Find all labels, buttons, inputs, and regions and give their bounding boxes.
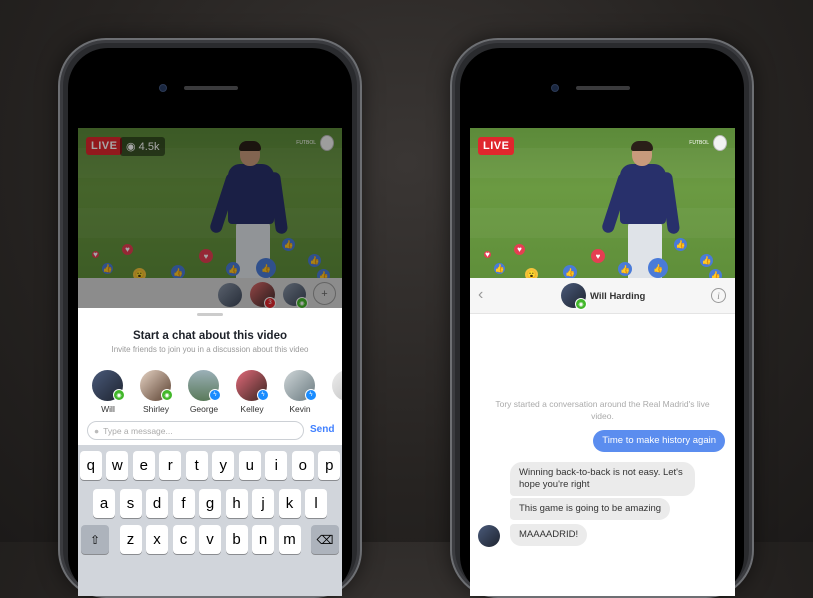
key-w[interactable]: w <box>106 451 129 480</box>
incoming-message[interactable]: This game is going to be amazing <box>510 498 671 520</box>
like-reaction-icon: 👍 <box>709 269 722 278</box>
like-reaction-icon: 👍 <box>494 263 505 274</box>
key-s[interactable]: s <box>119 489 142 518</box>
friend-shirley[interactable]: ◉ Shirley <box>140 370 173 414</box>
like-reaction-icon: 👍 <box>700 254 713 267</box>
key-d[interactable]: d <box>146 489 168 518</box>
front-camera <box>551 84 559 92</box>
key-e[interactable]: e <box>132 451 155 480</box>
key-a[interactable]: a <box>93 489 115 518</box>
watching-icon: ◉ <box>161 389 173 401</box>
delete-key[interactable]: ⌫ <box>311 525 339 554</box>
like-reaction-icon: 👍 <box>674 238 687 251</box>
friend-kelley[interactable]: ϟ Kelley <box>236 370 269 414</box>
speaker <box>184 86 238 90</box>
friend-kevin[interactable]: ϟ Kevin <box>284 370 317 414</box>
key-f[interactable]: f <box>172 489 195 518</box>
key-b[interactable]: b <box>225 525 248 554</box>
sheet-subtitle: Invite friends to join you in a discussi… <box>111 345 309 354</box>
incoming-message[interactable]: MAAAADRID! <box>510 524 588 546</box>
key-t[interactable]: t <box>185 451 208 480</box>
screen: FUTBOL ♥ ♥ ♥ 👍 👍 👍 👍 👍 👍 👍 😮 LIVE ‹ ◉ Wi… <box>470 128 735 596</box>
key-j[interactable]: j <box>252 489 274 518</box>
like-reaction-icon: 👍 <box>618 262 632 276</box>
love-reaction-icon: ♥ <box>514 244 525 255</box>
live-badge: LIVE <box>478 137 515 155</box>
key-z[interactable]: z <box>119 525 142 554</box>
love-reaction-icon: ♥ <box>484 250 491 259</box>
sheet-grabber[interactable] <box>197 313 223 316</box>
key-g[interactable]: g <box>199 489 221 518</box>
system-message: Tory started a conversation around the R… <box>495 399 710 421</box>
incoming-message[interactable]: Winning back-to-back is not easy. Let's … <box>510 462 695 496</box>
like-reaction-icon: 👍 <box>648 258 668 278</box>
key-c[interactable]: c <box>172 525 195 554</box>
key-p[interactable]: p <box>318 451 341 480</box>
back-chevron-icon[interactable]: ‹ <box>478 286 483 304</box>
friend-will[interactable]: ◉ Will <box>92 370 125 414</box>
friend-ja[interactable]: Ja <box>332 370 342 414</box>
key-n[interactable]: n <box>252 525 274 554</box>
messenger-icon: ϟ <box>257 389 269 401</box>
speaker <box>576 86 630 90</box>
key-i[interactable]: i <box>265 451 288 480</box>
messenger-icon: ϟ <box>305 389 317 401</box>
key-v[interactable]: v <box>199 525 221 554</box>
chat-header: ‹ ◉ Will Harding i <box>470 278 735 314</box>
key-r[interactable]: r <box>159 451 182 480</box>
sheet-title: Start a chat about this video <box>133 330 287 342</box>
key-o[interactable]: o <box>291 451 314 480</box>
friend-list: ◉Will ◉Shirley ϟGeorge ϟKelley ϟKevin Ja <box>92 370 342 414</box>
watching-icon: ◉ <box>113 389 125 401</box>
sender-avatar[interactable] <box>478 525 500 547</box>
key-k[interactable]: k <box>278 489 301 518</box>
key-h[interactable]: h <box>225 489 248 518</box>
outgoing-message[interactable]: Time to make history again <box>593 430 725 452</box>
broadcaster-logo: FUTBOL <box>689 135 727 151</box>
screen: FUTBOL ♥ ♥ ♥ 👍 👍 👍 👍 👍 👍 👍 😮 LIVE ◉ 4.5k… <box>78 128 342 596</box>
dim-overlay <box>78 128 342 308</box>
friend-george[interactable]: ϟ George <box>188 370 221 414</box>
live-video[interactable]: FUTBOL ♥ ♥ ♥ 👍 👍 👍 👍 👍 👍 👍 😮 LIVE <box>470 128 735 278</box>
send-button[interactable]: Send <box>310 424 334 435</box>
key-u[interactable]: u <box>238 451 261 480</box>
key-x[interactable]: x <box>146 525 168 554</box>
keyboard: qwertyuiop asdfghjkl ⇧ zxcvbnm ⌫ <box>78 445 342 596</box>
key-l[interactable]: l <box>305 489 327 518</box>
left-phone: FUTBOL ♥ ♥ ♥ 👍 👍 👍 👍 👍 👍 👍 😮 LIVE ◉ 4.5k… <box>58 38 362 598</box>
key-q[interactable]: q <box>79 451 102 480</box>
watching-badge-icon: ◉ <box>575 298 587 310</box>
wow-reaction-icon: 😮 <box>525 268 538 278</box>
chat-bubble-icon: ● <box>94 425 100 436</box>
love-reaction-icon: ♥ <box>591 249 605 263</box>
right-phone: FUTBOL ♥ ♥ ♥ 👍 👍 👍 👍 👍 👍 👍 😮 LIVE ‹ ◉ Wi… <box>450 38 754 598</box>
info-icon[interactable]: i <box>711 288 726 303</box>
messenger-icon: ϟ <box>209 389 221 401</box>
contact-name[interactable]: Will Harding <box>590 291 645 302</box>
like-reaction-icon: 👍 <box>563 265 577 278</box>
phone-face: FUTBOL ♥ ♥ ♥ 👍 👍 👍 👍 👍 👍 👍 😮 LIVE ‹ ◉ Wi… <box>460 48 744 596</box>
phone-face: FUTBOL ♥ ♥ ♥ 👍 👍 👍 👍 👍 👍 👍 😮 LIVE ◉ 4.5k… <box>68 48 352 596</box>
front-camera <box>159 84 167 92</box>
key-m[interactable]: m <box>278 525 301 554</box>
message-input[interactable]: ● Type a message... <box>87 421 304 440</box>
shift-key[interactable]: ⇧ <box>81 525 109 554</box>
player-figure <box>600 141 681 278</box>
start-chat-sheet: Start a chat about this video Invite fri… <box>78 308 342 596</box>
key-y[interactable]: y <box>212 451 235 480</box>
